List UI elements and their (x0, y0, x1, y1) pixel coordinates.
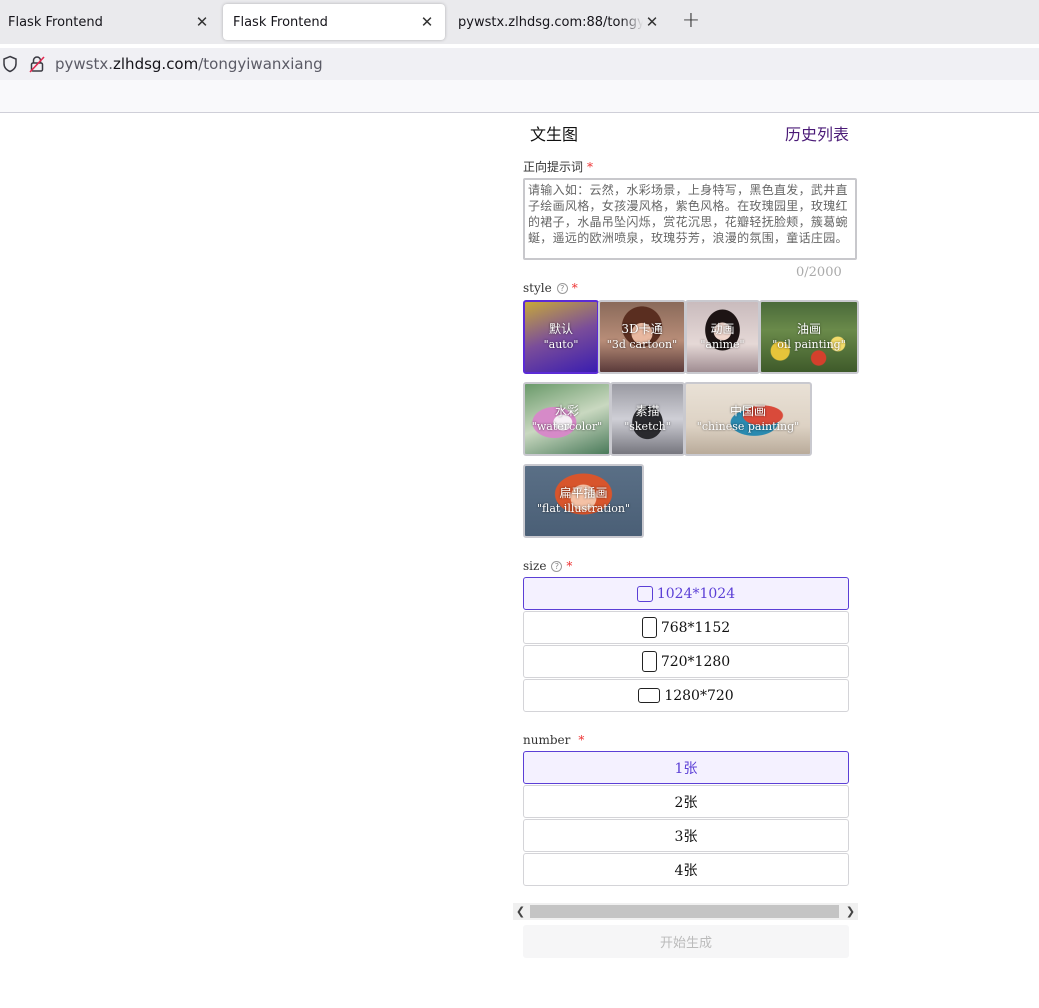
style-code: "3d cartoon" (606, 338, 678, 351)
style-name: 水彩 (554, 404, 579, 418)
size-option-1280x720[interactable]: 1280*720 (523, 679, 849, 712)
style-code: "auto" (543, 338, 579, 351)
number-option-1[interactable]: 1张 (523, 751, 849, 784)
style-code: "anime" (700, 338, 745, 351)
style-code: "flat illustration" (536, 502, 631, 515)
required-mark: * (587, 160, 594, 174)
style-option-sketch[interactable]: 素描 "sketch" (610, 382, 685, 456)
help-icon[interactable]: ? (556, 283, 568, 294)
new-tab-icon[interactable]: + (680, 10, 702, 32)
style-name: 3D卡通 (621, 322, 663, 336)
style-name: 素描 (635, 404, 660, 418)
style-label-text: style (523, 281, 552, 295)
browser-tab-1[interactable]: Flask Frontend ✕ (0, 4, 220, 40)
number-option-label: 3张 (674, 828, 698, 845)
url-domain: zlhdsg.com (113, 55, 199, 73)
style-option-anime[interactable]: 动画 "anime" (685, 300, 760, 374)
tab-close-icon[interactable]: ✕ (193, 13, 211, 31)
tab-close-icon[interactable]: ✕ (418, 13, 436, 31)
number-option-label: 1张 (674, 760, 698, 777)
browser-tab-2-active[interactable]: Flask Frontend ✕ (223, 4, 445, 40)
style-option-3d-cartoon[interactable]: 3D卡通 "3d cartoon" (598, 300, 686, 374)
page-viewport: 文生图 历史列表 正向提示词 * 请输入如：云然，水彩场景，上身特写，黑色直发，武… (0, 113, 1039, 1008)
scroll-left-icon[interactable]: ❮ (513, 903, 528, 920)
size-option-label: 1280*720 (664, 687, 734, 704)
style-name: 中国画 (729, 404, 766, 418)
style-name: 动画 (710, 322, 735, 336)
required-mark: * (578, 733, 585, 747)
tab-close-icon[interactable]: ✕ (643, 13, 661, 31)
number-label-text: number (523, 733, 571, 747)
square-ratio-icon (636, 585, 653, 602)
style-code: "oil painting" (772, 338, 846, 351)
url-prefix: pywstx. (55, 55, 114, 73)
size-label-text: size (523, 559, 547, 573)
prompt-label-text: 正向提示词 (523, 160, 584, 174)
style-code: "sketch" (624, 420, 671, 433)
history-list-link[interactable]: 历史列表 (785, 121, 849, 145)
style-name: 默认 (548, 322, 573, 336)
size-option-label: 1024*1024 (656, 585, 736, 602)
scroll-right-icon[interactable]: ❯ (843, 903, 858, 920)
style-option-chinese-painting[interactable]: 中国画 "chinese painting" (684, 382, 812, 456)
style-option-oil-painting[interactable]: 油画 "oil painting" (759, 300, 859, 374)
style-name: 扁平插画 (559, 486, 608, 500)
help-icon[interactable]: ? (551, 561, 563, 572)
browser-tabstrip: Flask Frontend ✕ Flask Frontend ✕ pywstx… (0, 0, 1039, 44)
shield-icon[interactable] (2, 55, 18, 73)
number-option-label: 2张 (674, 794, 698, 811)
insecure-lock-icon[interactable] (29, 55, 45, 73)
style-option-flat-illustration[interactable]: 扁平插画 "flat illustration" (523, 464, 644, 538)
text-to-image-panel: 文生图 历史列表 正向提示词 * 请输入如：云然，水彩场景，上身特写，黑色直发，武… (513, 113, 859, 1008)
number-option-3[interactable]: 3张 (523, 819, 849, 852)
prompt-placeholder: 请输入如：云然，水彩场景，上身特写，黑色直发，武井直子绘画风格，女孩漫风格，紫色… (528, 183, 848, 245)
size-option-label: 768*1152 (660, 619, 731, 636)
number-option-4[interactable]: 4张 (523, 853, 849, 886)
size-option-1024x1024[interactable]: 1024*1024 (523, 577, 849, 610)
size-option-768x1152[interactable]: 768*1152 (523, 611, 849, 644)
size-option-720x1280[interactable]: 720*1280 (523, 645, 849, 678)
start-generate-button[interactable]: 开始生成 (523, 925, 849, 958)
portrait-ratio-icon (641, 617, 657, 638)
number-option-label: 4张 (674, 862, 698, 879)
number-option-2[interactable]: 2张 (523, 785, 849, 818)
browser-tab-3[interactable]: pywstx.zlhdsg.com:88/tongyiwanxiang ✕ (448, 4, 668, 40)
style-option-watercolor[interactable]: 水彩 "watercolor" (523, 382, 611, 456)
horizontal-scrollbar[interactable]: ❮ ❯ (513, 903, 858, 920)
portrait-ratio-icon (641, 651, 657, 672)
url-text[interactable]: pywstx.zlhdsg.com/tongyiwanxiang (55, 55, 323, 73)
style-code: "chinese painting" (696, 420, 800, 433)
size-label: size? * (523, 559, 572, 573)
style-code: "watercolor" (531, 420, 603, 433)
style-option-auto[interactable]: 默认 "auto" (523, 300, 599, 374)
bookmarks-toolbar (0, 80, 1039, 113)
required-mark: * (566, 559, 573, 573)
landscape-ratio-icon (638, 688, 661, 703)
required-mark: * (571, 281, 578, 295)
tab-title: Flask Frontend (8, 14, 103, 30)
address-bar[interactable]: pywstx.zlhdsg.com/tongyiwanxiang (0, 48, 1039, 80)
number-label: number * (523, 733, 584, 747)
char-counter: 0/2000 (796, 265, 842, 280)
prompt-textarea[interactable]: 请输入如：云然，水彩场景，上身特写，黑色直发，武井直子绘画风格，女孩漫风格，紫色… (523, 178, 857, 260)
prompt-label: 正向提示词 * (523, 158, 593, 175)
tab-title: Flask Frontend (233, 14, 328, 30)
size-option-label: 720*1280 (660, 653, 731, 670)
page-title: 文生图 (530, 125, 579, 144)
style-label: style? * (523, 281, 578, 295)
style-name: 油画 (796, 322, 821, 336)
scrollbar-thumb[interactable] (530, 905, 839, 918)
tab-title: pywstx.zlhdsg.com:88/tongyiwanxiang (458, 14, 643, 30)
url-path: /tongyiwanxiang (198, 55, 323, 73)
